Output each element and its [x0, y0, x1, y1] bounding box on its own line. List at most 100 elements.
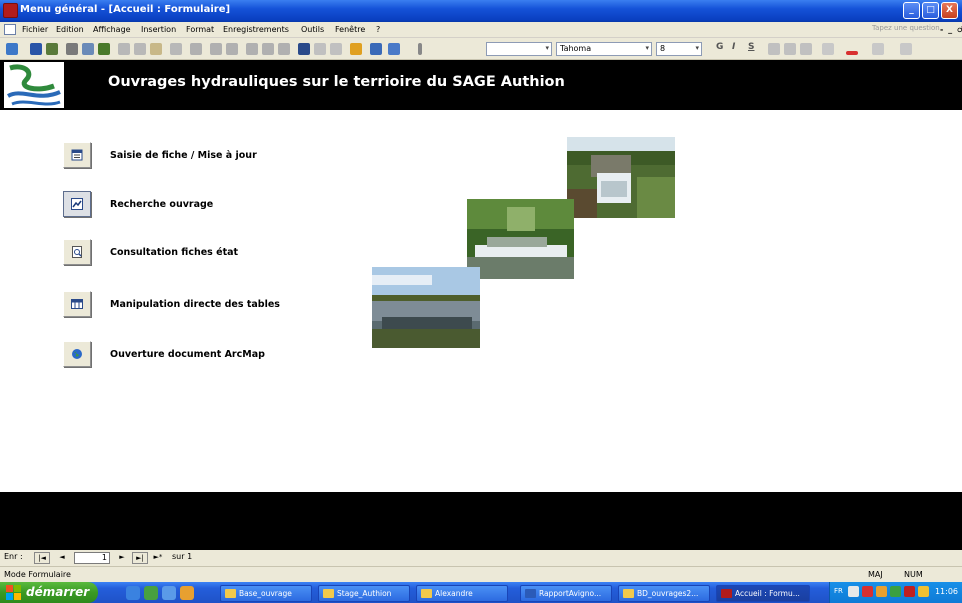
undo-icon[interactable]	[170, 43, 182, 55]
update-icon[interactable]	[876, 586, 887, 597]
menu-format[interactable]: Format	[186, 25, 214, 34]
italic-button[interactable]: I	[732, 42, 735, 52]
line-color-icon[interactable]	[872, 43, 884, 55]
filter-selection-icon[interactable]	[246, 43, 258, 55]
form-icon	[71, 149, 83, 161]
cut-icon[interactable]	[118, 43, 130, 55]
minimize-button[interactable]: _	[903, 2, 920, 19]
properties-icon[interactable]	[350, 43, 362, 55]
next-record-button[interactable]: ►	[114, 552, 130, 564]
font-color-icon[interactable]	[846, 51, 858, 55]
menu-affichage[interactable]: Affichage	[93, 25, 131, 34]
saisie-fiche-button[interactable]	[63, 142, 91, 168]
status-num: NUM	[904, 570, 923, 579]
last-record-button[interactable]: ►|	[132, 552, 148, 564]
document-icon[interactable]	[4, 24, 16, 35]
close-button[interactable]: X	[941, 2, 958, 19]
task-rapport[interactable]: RapportAvigno...	[520, 585, 612, 602]
record-number-input[interactable]: 1	[74, 552, 110, 564]
save-icon[interactable]	[30, 43, 42, 55]
view-icon[interactable]	[6, 43, 18, 55]
sort-ascending-icon[interactable]	[210, 43, 222, 55]
report-preview-icon	[72, 246, 82, 258]
document-window-controls[interactable]: - _ ♂ x	[940, 25, 962, 34]
consultation-fiches-label: Consultation fiches état	[110, 247, 239, 258]
delete-record-icon[interactable]	[330, 43, 342, 55]
recherche-ouvrage-label: Recherche ouvrage	[110, 199, 214, 210]
first-record-button[interactable]: |◄	[34, 552, 50, 564]
align-left-icon[interactable]	[768, 43, 780, 55]
menu-help[interactable]: ?	[376, 25, 380, 34]
alert-icon[interactable]	[904, 586, 915, 597]
menu-edition[interactable]: Edition	[56, 25, 84, 34]
language-indicator[interactable]: FR	[834, 587, 843, 595]
show-desktop-icon[interactable]	[144, 586, 158, 600]
search-file-icon[interactable]	[46, 43, 58, 55]
toolbar-separator	[418, 43, 422, 55]
new-record-button[interactable]: ►*	[150, 552, 166, 564]
network-icon[interactable]	[848, 586, 859, 597]
sort-descending-icon[interactable]	[226, 43, 238, 55]
new-record-icon[interactable]	[314, 43, 326, 55]
chevron-down-icon: ▾	[645, 44, 649, 52]
task-base-ouvrage[interactable]: Base_ouvrage	[220, 585, 312, 602]
volume-icon[interactable]	[918, 586, 929, 597]
consultation-fiches-button[interactable]	[63, 239, 91, 265]
style-dropdown[interactable]: ▾	[486, 42, 552, 56]
bold-button[interactable]: G	[716, 42, 723, 52]
access-app-icon[interactable]	[3, 3, 18, 18]
manipulation-tables-button[interactable]	[63, 291, 91, 317]
underline-button[interactable]: S	[748, 42, 754, 52]
font-name-dropdown[interactable]: Tahoma ▾	[556, 42, 652, 56]
menu-enregistrements[interactable]: Enregistrements	[223, 25, 289, 34]
font-size-dropdown[interactable]: 8 ▾	[656, 42, 702, 56]
system-tray: FR 11:06	[829, 582, 962, 603]
menu-fichier[interactable]: Fichier	[22, 25, 48, 34]
help-question-input[interactable]: Tapez une question	[870, 24, 942, 36]
ouverture-arcmap-button[interactable]	[63, 341, 91, 367]
menu-fenetre[interactable]: Fenêtre	[335, 25, 365, 34]
fill-color-icon[interactable]	[822, 43, 834, 55]
word-icon	[525, 589, 536, 598]
filter-form-icon[interactable]	[262, 43, 274, 55]
status-caps: MAJ	[868, 570, 883, 579]
find-icon[interactable]	[298, 43, 310, 55]
security-icon[interactable]	[862, 586, 873, 597]
new-object-icon[interactable]	[388, 43, 400, 55]
task-bd-ouvrages[interactable]: BD_ouvrages2...	[618, 585, 710, 602]
paste-icon[interactable]	[150, 43, 162, 55]
internet-explorer-icon[interactable]	[126, 586, 140, 600]
hyperlink-icon[interactable]	[190, 43, 202, 55]
weir-photo-3	[372, 267, 480, 348]
folder-icon	[421, 589, 432, 598]
print-preview-icon[interactable]	[82, 43, 94, 55]
antivirus-icon[interactable]	[890, 586, 901, 597]
line-width-icon[interactable]	[900, 43, 912, 55]
form-footer	[0, 492, 962, 550]
copy-icon[interactable]	[134, 43, 146, 55]
print-icon[interactable]	[66, 43, 78, 55]
media-player-icon[interactable]	[162, 586, 176, 600]
task-accueil-formulaire[interactable]: Accueil : Formu...	[716, 585, 810, 602]
recherche-ouvrage-button[interactable]	[63, 191, 91, 217]
spelling-icon[interactable]	[98, 43, 110, 55]
outlook-icon[interactable]	[180, 586, 194, 600]
task-label: Base_ouvrage	[239, 589, 292, 598]
folder-icon	[225, 589, 236, 598]
task-alexandre[interactable]: Alexandre	[416, 585, 508, 602]
saisie-fiche-label: Saisie de fiche / Mise à jour	[110, 150, 257, 161]
align-center-icon[interactable]	[784, 43, 796, 55]
font-size-value: 8	[660, 44, 666, 53]
previous-record-button[interactable]: ◄	[54, 552, 70, 564]
menu-insertion[interactable]: Insertion	[141, 25, 176, 34]
window-title-bar[interactable]: Menu général - [Accueil : Formulaire] _ …	[0, 0, 962, 22]
database-window-icon[interactable]	[370, 43, 382, 55]
clock[interactable]: 11:06	[935, 587, 958, 596]
menu-outils[interactable]: Outils	[301, 25, 324, 34]
apply-filter-icon[interactable]	[278, 43, 290, 55]
task-stage-authion[interactable]: Stage_Authion	[318, 585, 410, 602]
window-title: Menu général - [Accueil : Formulaire]	[20, 4, 231, 15]
manipulation-tables-label: Manipulation directe des tables	[110, 299, 280, 310]
restore-button[interactable]: □	[922, 2, 939, 19]
align-right-icon[interactable]	[800, 43, 812, 55]
